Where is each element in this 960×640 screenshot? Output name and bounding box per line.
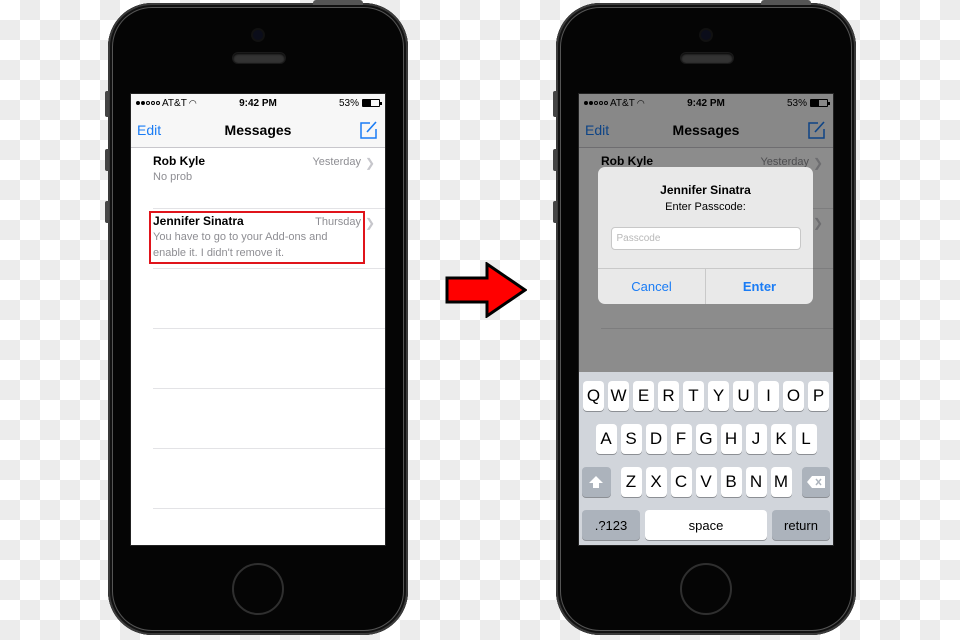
front-camera — [701, 30, 711, 40]
wifi-icon: ◠ — [188, 97, 197, 108]
key-a[interactable]: A — [595, 424, 617, 454]
passcode-input[interactable] — [610, 227, 801, 250]
delete-key[interactable] — [801, 467, 830, 497]
key-n[interactable]: N — [745, 467, 767, 497]
battery-percent: 53% — [338, 97, 359, 109]
volume-up-button — [553, 149, 557, 171]
key-r[interactable]: R — [658, 381, 679, 411]
empty-row — [131, 388, 385, 449]
home-button[interactable] — [232, 563, 284, 615]
contact-name: Rob Kyle — [153, 154, 206, 168]
delete-icon — [806, 476, 825, 488]
key-i[interactable]: I — [758, 381, 779, 411]
keyboard: QWERTYUIOP ASDFGHJKL ZXCVBNM .?123 space… — [579, 372, 833, 545]
key-p[interactable]: P — [808, 381, 829, 411]
battery-icon — [362, 99, 382, 107]
return-key[interactable]: return — [772, 510, 830, 540]
key-j[interactable]: J — [745, 424, 767, 454]
status-bar: AT&T ◠ 9:42 PM 53% — [131, 94, 385, 112]
key-g[interactable]: G — [695, 424, 717, 454]
key-v[interactable]: V — [695, 467, 717, 497]
key-h[interactable]: H — [720, 424, 742, 454]
keyboard-row-2: ASDFGHJKL — [579, 424, 833, 454]
shift-icon — [589, 476, 604, 488]
conversation-list: Rob Kyle Yesterday No prob ❯ Jennifer Si… — [131, 148, 385, 509]
empty-row — [131, 448, 385, 509]
volume-down-button — [105, 201, 109, 223]
divider — [153, 508, 385, 509]
compose-icon[interactable] — [359, 120, 379, 140]
phone-left: AT&T ◠ 9:42 PM 53% Edit Messages Rob Kyl… — [105, 0, 408, 635]
key-x[interactable]: X — [645, 467, 667, 497]
key-f[interactable]: F — [670, 424, 692, 454]
power-button — [761, 0, 811, 5]
key-d[interactable]: D — [645, 424, 667, 454]
front-camera — [253, 30, 263, 40]
cancel-button[interactable]: Cancel — [598, 269, 705, 304]
message-time: Yesterday — [312, 156, 361, 168]
alert-message: Enter Passcode: — [665, 201, 746, 213]
key-k[interactable]: K — [770, 424, 792, 454]
phone-right: AT&T ◠ 9:42 PM 53% Edit Messages Rob Kyl… — [553, 0, 856, 635]
key-q[interactable]: Q — [583, 381, 604, 411]
key-w[interactable]: W — [608, 381, 629, 411]
keyboard-row-3: ZXCVBNM — [579, 467, 833, 497]
key-o[interactable]: O — [783, 381, 804, 411]
mute-switch — [105, 91, 109, 117]
key-s[interactable]: S — [620, 424, 642, 454]
empty-row — [131, 328, 385, 389]
right-arrow-icon — [445, 262, 527, 318]
nav-bar: Edit Messages — [131, 112, 385, 148]
key-y[interactable]: Y — [708, 381, 729, 411]
conversation-item[interactable]: Rob Kyle Yesterday No prob ❯ — [131, 148, 385, 209]
home-button[interactable] — [680, 563, 732, 615]
alert-title: Jennifer Sinatra — [660, 183, 751, 197]
space-key[interactable]: space — [645, 510, 767, 540]
numbers-key[interactable]: .?123 — [582, 510, 640, 540]
passcode-alert: Jennifer Sinatra Enter Passcode: Cancel … — [598, 167, 813, 304]
key-l[interactable]: L — [795, 424, 817, 454]
page-title: Messages — [224, 121, 292, 138]
earpiece-speaker — [233, 53, 285, 63]
passcode-screen: AT&T ◠ 9:42 PM 53% Edit Messages Rob Kyl… — [578, 93, 834, 546]
key-m[interactable]: M — [770, 467, 792, 497]
power-button — [313, 0, 363, 5]
volume-up-button — [105, 149, 109, 171]
empty-row — [131, 268, 385, 329]
key-e[interactable]: E — [633, 381, 654, 411]
mute-switch — [553, 91, 557, 117]
volume-down-button — [553, 201, 557, 223]
key-z[interactable]: Z — [620, 467, 642, 497]
keyboard-row-1: QWERTYUIOP — [579, 381, 833, 411]
key-c[interactable]: C — [670, 467, 692, 497]
earpiece-speaker — [681, 53, 733, 63]
key-u[interactable]: U — [733, 381, 754, 411]
key-b[interactable]: B — [720, 467, 742, 497]
key-t[interactable]: T — [683, 381, 704, 411]
edit-button[interactable]: Edit — [137, 122, 161, 138]
chevron-right-icon: ❯ — [364, 156, 375, 170]
messages-screen: AT&T ◠ 9:42 PM 53% Edit Messages Rob Kyl… — [130, 93, 386, 546]
highlight-box — [149, 211, 365, 264]
message-preview: No prob — [153, 171, 193, 183]
keyboard-row-4: .?123 space return — [579, 510, 833, 540]
shift-key[interactable] — [582, 467, 611, 497]
conversation-item[interactable]: Jennifer Sinatra Thursday You have to go… — [131, 208, 385, 269]
enter-button[interactable]: Enter — [705, 269, 813, 304]
chevron-right-icon: ❯ — [364, 216, 375, 230]
signal-icon — [136, 101, 160, 105]
carrier-label: AT&T — [162, 97, 187, 109]
